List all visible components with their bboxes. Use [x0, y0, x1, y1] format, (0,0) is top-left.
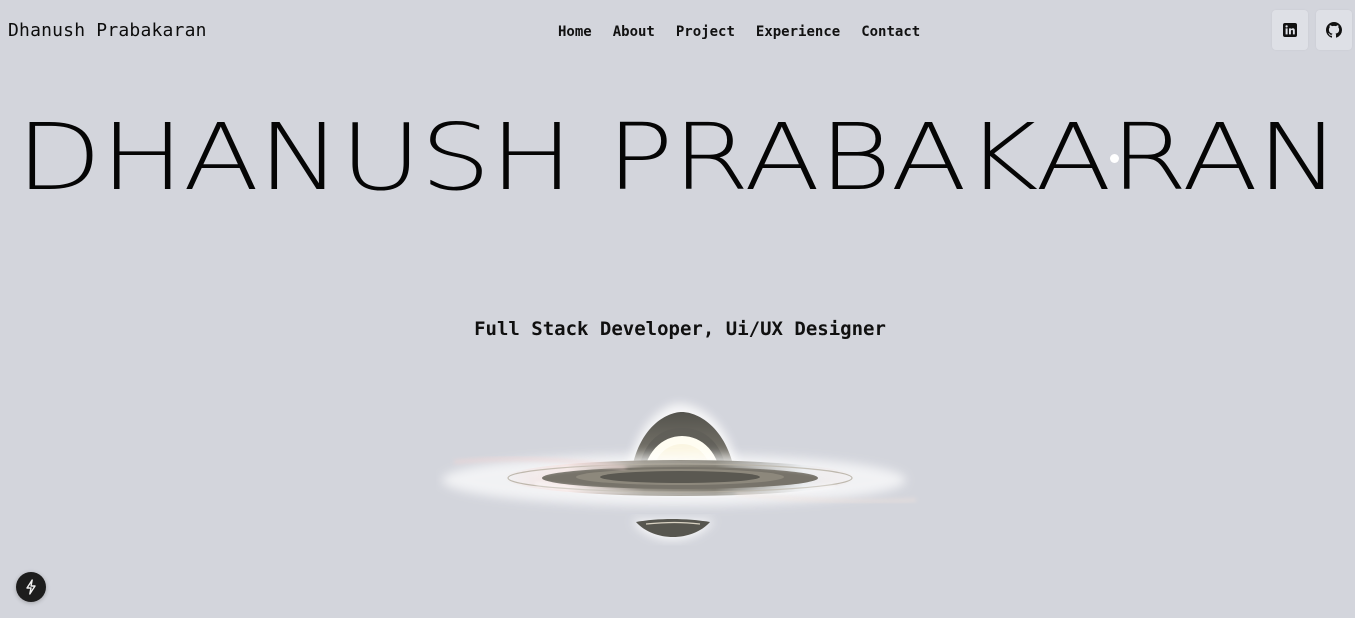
black-hole-illustration — [436, 344, 926, 618]
main-nav: Home About Project Experience Contact — [558, 24, 920, 40]
nav-link-contact[interactable]: Contact — [861, 24, 920, 40]
nav-link-about[interactable]: About — [613, 24, 655, 40]
brand-name[interactable]: Dhanush Prabakaran — [8, 20, 207, 41]
github-button[interactable] — [1316, 10, 1352, 50]
nav-link-home[interactable]: Home — [558, 24, 592, 40]
lightning-bolt-icon — [26, 579, 36, 595]
hero-subtitle: Full Stack Developer, Ui/UX Designer — [474, 318, 886, 340]
linkedin-icon — [1283, 23, 1297, 37]
linkedin-button[interactable] — [1272, 10, 1308, 50]
github-icon — [1326, 22, 1342, 38]
lightning-button[interactable] — [16, 572, 46, 602]
hero-title: DHANUSH PRABAKARAN — [16, 104, 1340, 211]
nav-link-experience[interactable]: Experience — [756, 24, 840, 40]
cursor-dot — [1110, 154, 1119, 163]
nav-link-project[interactable]: Project — [676, 24, 735, 40]
